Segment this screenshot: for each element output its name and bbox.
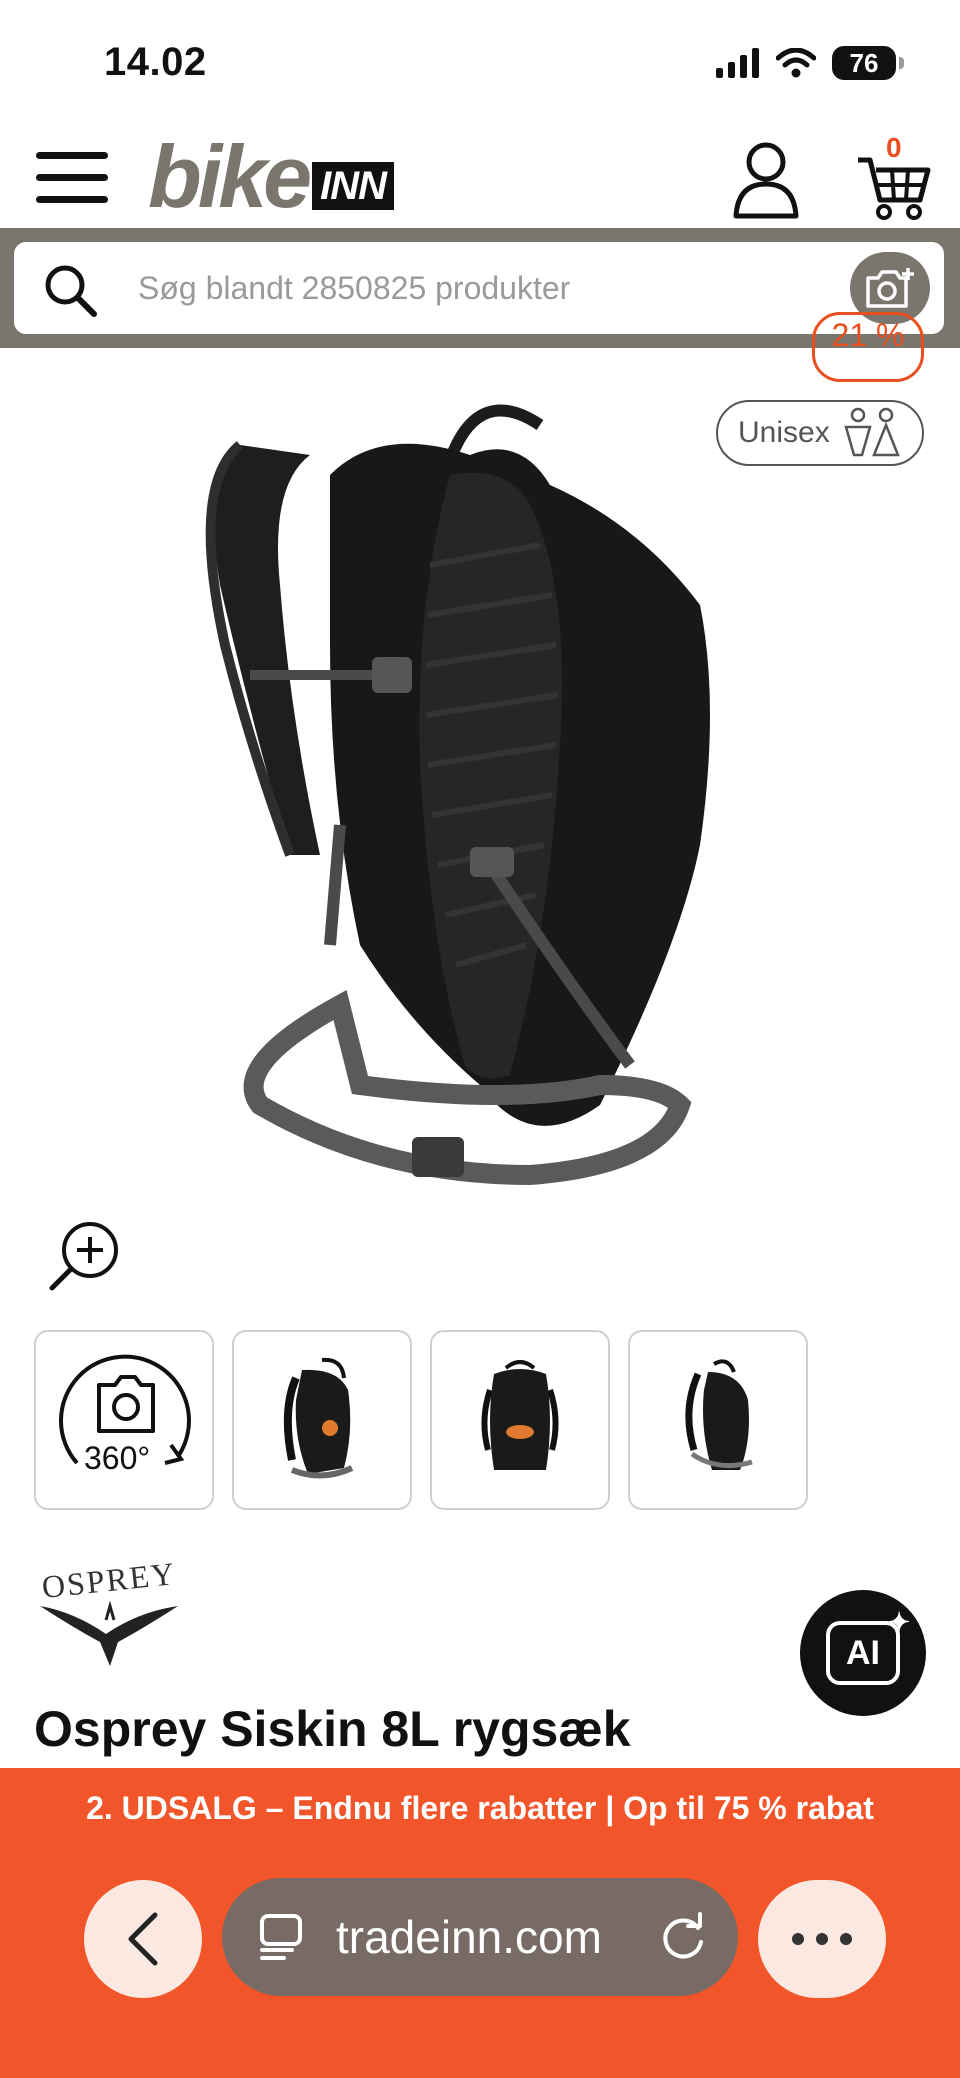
search-box [14, 242, 944, 334]
more-dots-icon [840, 1933, 852, 1945]
site-logo[interactable]: bike INN [148, 132, 394, 222]
discount-badge: 21 % [812, 312, 924, 382]
status-time: 14.02 [104, 40, 207, 84]
tabs-icon [260, 1914, 302, 1960]
promo-band: 2. UDSALG – Endnu flere rabatter | Op ti… [0, 1768, 960, 2078]
thumbnail-strip: 360° [34, 1330, 808, 1510]
ai-label: AI [846, 1633, 880, 1672]
cart-button[interactable]: 0 [856, 132, 932, 222]
status-bar: 14.02 76 [0, 0, 960, 120]
ai-assistant-button[interactable]: AI ✦ [800, 1590, 926, 1716]
zoom-in-icon[interactable] [46, 1218, 122, 1294]
thumbnail-image [283, 1357, 354, 1479]
search-icon[interactable] [42, 262, 98, 318]
gender-badge: Unisex [716, 400, 924, 466]
more-dots-icon [816, 1933, 828, 1945]
thumbnail-back[interactable] [628, 1330, 808, 1510]
thumbnail-360[interactable]: 360° [34, 1330, 214, 1510]
thumbnail-image [481, 1360, 559, 1470]
status-icons: 76 [716, 46, 904, 80]
browser-more-button[interactable] [758, 1880, 886, 1998]
account-button[interactable] [732, 140, 800, 220]
product-page: 14.02 76 bike INN 0 Søg blandt 2850825 p… [0, 0, 960, 2078]
user-icon [733, 142, 799, 219]
browser-url: tradeinn.com [336, 1911, 602, 1963]
product-image-backpack[interactable] [180, 385, 740, 1225]
back-chevron-icon [128, 1912, 158, 1966]
brand-logo[interactable]: OSPREY [34, 1555, 184, 1672]
promo-banner-text[interactable]: 2. UDSALG – Endnu flere rabatter | Op ti… [0, 1790, 960, 1827]
camera-search-icon [866, 268, 914, 308]
ai-icon: AI ✦ [826, 1607, 910, 1685]
cellular-signal-icon [716, 48, 759, 78]
logo-bike-text: bike [148, 127, 312, 226]
more-dots-icon [792, 1933, 804, 1945]
site-header: bike INN 0 [0, 120, 960, 228]
product-title: Osprey Siskin 8L rygsæk [34, 1701, 631, 1757]
cart-count-badge: 0 [886, 132, 902, 163]
thumbnail-image [685, 1359, 753, 1470]
logo-inn-text: INN [312, 162, 394, 210]
sparkle-icon: ✦ [888, 1607, 910, 1637]
osprey-bird-icon [40, 1600, 178, 1666]
thumbnail-front[interactable] [430, 1330, 610, 1510]
battery-icon: 76 [832, 46, 904, 80]
search-input[interactable] [138, 262, 838, 314]
browser-back-button[interactable] [84, 1880, 202, 1998]
gender-label: Unisex [738, 416, 830, 449]
unisex-icon [844, 407, 900, 457]
browser-address-bar[interactable]: tradeinn.com [222, 1878, 738, 1996]
reload-icon[interactable] [658, 1912, 708, 1962]
thumbnail-360-label: 360° [84, 1440, 151, 1476]
hamburger-menu-icon[interactable] [36, 150, 108, 206]
thumbnail-side[interactable] [232, 1330, 412, 1510]
wifi-icon [776, 48, 816, 78]
